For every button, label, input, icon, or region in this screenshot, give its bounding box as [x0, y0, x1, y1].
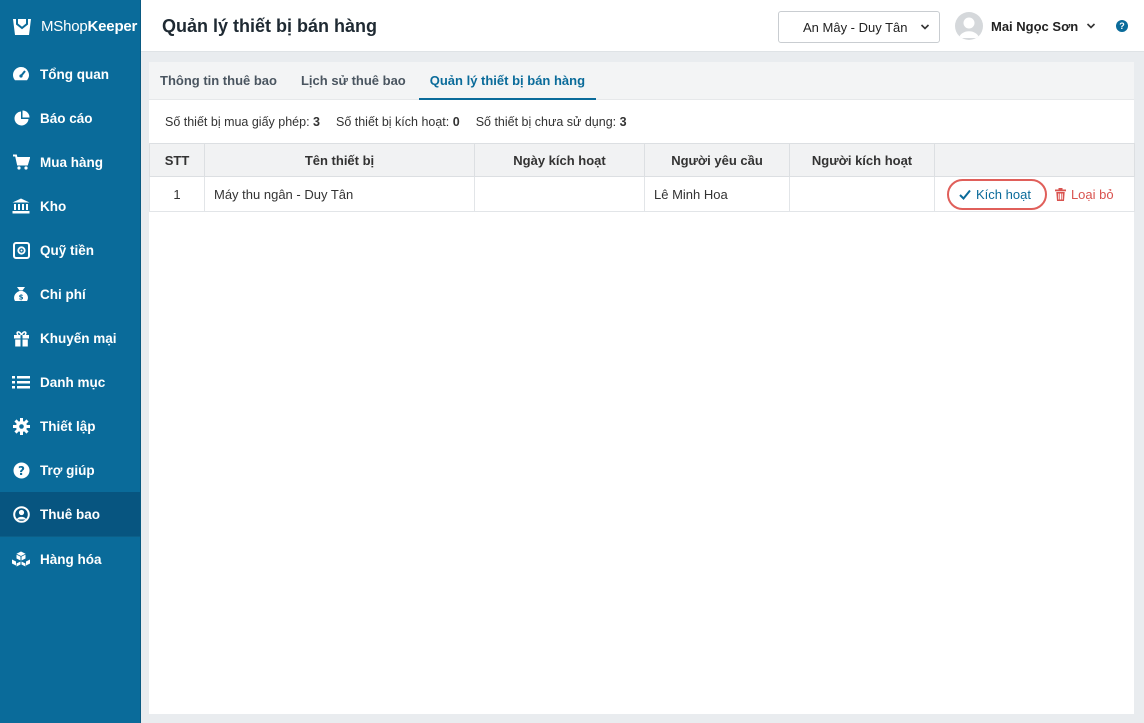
- cell-activated-date: [474, 176, 645, 212]
- cell-requester: Lê Minh Hoa: [644, 176, 790, 212]
- sidebar-item-khuyen-mai[interactable]: Khuyến mại: [0, 316, 140, 360]
- store-select-value: An Mây - Duy Tân: [803, 19, 908, 35]
- user-circle-icon: [11, 504, 31, 524]
- stat-licensed: Số thiết bị mua giấy phép: 3: [165, 114, 320, 129]
- gear-icon: [11, 416, 31, 436]
- sidebar-item-label: Thuê bao: [40, 506, 100, 522]
- device-stats: Số thiết bị mua giấy phép: 3 Số thiết bị…: [149, 100, 1134, 143]
- sidebar-item-label: Kho: [40, 198, 67, 214]
- help-icon[interactable]: ?: [1116, 20, 1128, 32]
- cell-device-name: Máy thu ngân - Duy Tân: [204, 176, 475, 212]
- tab-lich-su-thue-bao[interactable]: Lịch sử thuê bao: [290, 62, 417, 99]
- sidebar-item-label: Khuyến mại: [40, 330, 117, 346]
- sidebar-item-hang-hoa[interactable]: Hàng hóa: [0, 537, 140, 581]
- sidebar-item-thue-bao[interactable]: Thuê bao: [0, 492, 140, 536]
- device-table: STT Tên thiết bị Ngày kích hoạt Người yê…: [149, 143, 1135, 212]
- sidebar-item-label: Chi phí: [40, 286, 86, 302]
- col-header-actions: [934, 143, 1135, 177]
- sidebar-item-tong-quan[interactable]: Tổng quan: [0, 52, 140, 96]
- sidebar-item-chi-phi[interactable]: $ Chi phí: [0, 272, 140, 316]
- table-header-row: STT Tên thiết bị Ngày kích hoạt Người yê…: [149, 143, 1135, 177]
- stat-unused: Số thiết bị chưa sử dụng: 3: [475, 114, 627, 129]
- page-title: Quản lý thiết bị bán hàng: [162, 16, 378, 36]
- sidebar-item-kho[interactable]: Kho: [0, 184, 140, 228]
- logo-text: MShopKeeper: [41, 17, 138, 35]
- sidebar-nav: Tổng quan Báo cáo Mua hàng Kho Quỹ tiền: [0, 52, 140, 581]
- sidebar-item-danh-muc[interactable]: Danh mục: [0, 360, 140, 404]
- svg-text:?: ?: [18, 463, 25, 477]
- stat-activated: Số thiết bị kích hoạt: 0: [335, 114, 460, 129]
- cell-activator: [789, 176, 935, 212]
- sidebar-item-mua-hang[interactable]: Mua hàng: [0, 140, 140, 184]
- col-header-activator: Người kích hoạt: [789, 143, 935, 177]
- cell-actions: Kích hoạt Loại bỏ: [934, 176, 1135, 212]
- sidebar: MShopKeeper Tổng quan Báo cáo Mua hàng K…: [0, 0, 141, 723]
- bank-icon: [11, 196, 31, 216]
- sidebar-item-quy-tien[interactable]: Quỹ tiền: [0, 228, 140, 272]
- trash-icon: [1054, 187, 1066, 201]
- list-icon: [11, 372, 31, 392]
- cart-icon: [11, 152, 31, 172]
- user-name: Mai Ngọc Sơn: [991, 18, 1079, 34]
- tab-quan-ly-thiet-bi[interactable]: Quản lý thiết bị bán hàng: [418, 62, 597, 100]
- col-header-activated-date: Ngày kích hoạt: [474, 143, 645, 177]
- pie-chart-icon: [11, 108, 31, 128]
- avatar: [955, 12, 983, 40]
- chevron-down-icon: [1087, 23, 1096, 29]
- sidebar-item-label: Quỹ tiền: [40, 242, 95, 258]
- sidebar-item-bao-cao[interactable]: Báo cáo: [0, 96, 140, 140]
- tab-bar: Thông tin thuê bao Lịch sử thuê bao Quản…: [149, 62, 1134, 100]
- safe-icon: [11, 240, 31, 260]
- logo[interactable]: MShopKeeper: [0, 0, 140, 52]
- activate-label: Kích hoạt: [976, 186, 1031, 202]
- sidebar-item-label: Tổng quan: [40, 66, 109, 82]
- remove-label: Loại bỏ: [1070, 186, 1114, 202]
- check-icon: [959, 189, 971, 200]
- main-content: Thông tin thuê bao Lịch sử thuê bao Quản…: [149, 62, 1135, 714]
- money-bag-icon: $: [11, 284, 31, 304]
- gift-icon: [11, 328, 31, 348]
- top-header: Quản lý thiết bị bán hàng An Mây - Duy T…: [141, 0, 1144, 52]
- remove-button[interactable]: Loại bỏ: [1054, 186, 1114, 202]
- sidebar-item-label: Trợ giúp: [40, 462, 95, 478]
- user-menu[interactable]: Mai Ngọc Sơn: [955, 12, 1096, 40]
- sidebar-item-thiet-lap[interactable]: Thiết lập: [0, 404, 140, 448]
- cell-stt: 1: [149, 176, 205, 212]
- tab-thong-tin-thue-bao[interactable]: Thông tin thuê bao: [149, 62, 288, 99]
- cubes-icon: [11, 549, 31, 569]
- col-header-device-name: Tên thiết bị: [204, 143, 475, 177]
- sidebar-item-label: Hàng hóa: [40, 551, 102, 567]
- shop-bag-logo-icon: [13, 19, 31, 35]
- sidebar-item-label: Danh mục: [40, 374, 106, 390]
- sidebar-item-tro-giup[interactable]: ? Trợ giúp: [0, 448, 140, 492]
- row-actions: Kích hoạt Loại bỏ: [944, 178, 1125, 210]
- svg-text:$: $: [19, 293, 24, 301]
- dashboard-icon: [11, 64, 31, 84]
- col-header-stt: STT: [149, 143, 205, 177]
- table-row: 1 Máy thu ngân - Duy Tân Lê Minh Hoa Kíc…: [149, 176, 1135, 212]
- store-select[interactable]: An Mây - Duy Tân: [778, 11, 940, 43]
- sidebar-item-label: Báo cáo: [40, 110, 93, 126]
- sidebar-item-label: Thiết lập: [40, 418, 96, 434]
- activate-button[interactable]: Kích hoạt: [947, 178, 1047, 210]
- col-header-requester: Người yêu cầu: [644, 143, 790, 177]
- help-circle-icon: ?: [11, 460, 31, 480]
- chevron-down-icon: [920, 24, 930, 30]
- sidebar-item-label: Mua hàng: [40, 154, 103, 170]
